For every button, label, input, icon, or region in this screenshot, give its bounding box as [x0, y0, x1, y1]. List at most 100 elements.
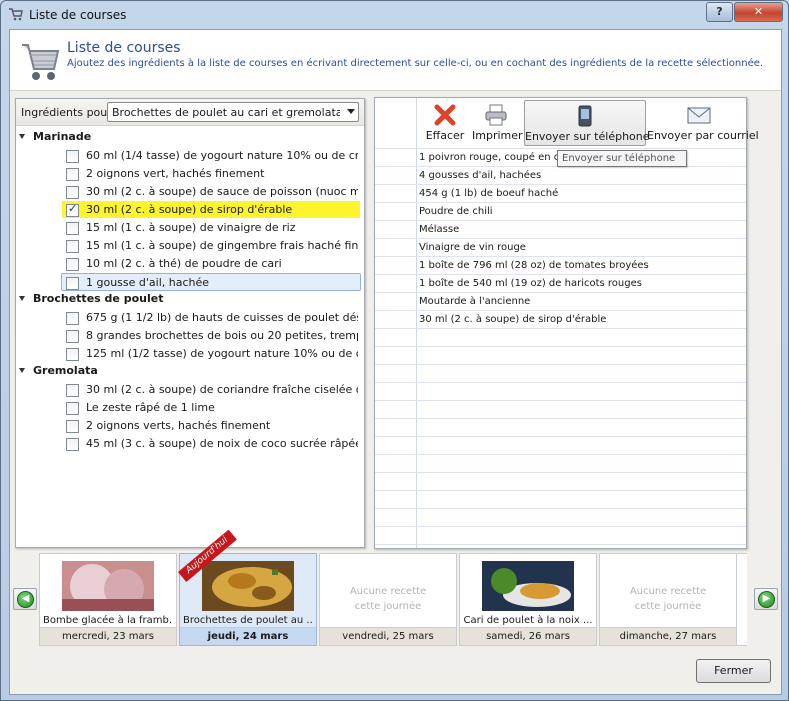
shopping-list-item[interactable]: Poudre de chili [419, 206, 493, 217]
ingredient-checkbox[interactable] [66, 186, 79, 199]
ingredient-item[interactable]: 45 ml (3 c. à soupe) de noix de coco suc… [62, 435, 360, 452]
notepad-rule [375, 346, 746, 347]
ingredient-item[interactable]: 675 g (1 1/2 lb) de hauts de cuisses de … [62, 309, 360, 326]
day-date: vendredi, 25 mars [320, 627, 456, 645]
shopping-list-item[interactable]: 4 gousses d'ail, hachées [419, 170, 541, 181]
shopping-list-item[interactable]: Vinaigre de vin rouge [419, 242, 526, 253]
shopping-list-item[interactable]: 1 poivron rouge, coupé en c [419, 152, 559, 163]
ingredient-checkbox[interactable] [66, 384, 79, 397]
next-days-button[interactable]: ▶ [754, 588, 778, 610]
recipe-name: Cari de poulet à la noix ... [463, 615, 593, 626]
ingredient-checkbox[interactable] [66, 277, 79, 290]
day-card[interactable]: Aucune recette cette journée vendredi, 25 … [319, 553, 457, 646]
shopping-list-item[interactable]: 454 g (1 lb) de boeuf haché [419, 188, 558, 199]
group-header[interactable]: Marinade [19, 130, 91, 146]
group-header[interactable]: Brochettes de poulet [19, 292, 163, 308]
day-card[interactable]: Brochettes de poulet au ... Aujourd'hui je… [178, 529, 317, 646]
recipe-select-value: Brochettes de poulet au cari et gremolat… [112, 106, 340, 119]
ingredient-item[interactable]: 2 oignons vert, hachés finement [62, 165, 360, 182]
window-close-button[interactable]: ✕ [734, 2, 783, 22]
shopping-list-item[interactable]: 1 boîte de 796 ml (28 oz) de tomates bro… [419, 260, 649, 271]
ingredient-checkbox[interactable] [66, 258, 79, 271]
send-email-button[interactable]: Envoyer par courriel [647, 100, 759, 144]
notepad-rule [375, 490, 746, 491]
ingredient-text: 60 ml (1/4 tasse) de yogourt nature 10% … [86, 149, 358, 162]
day-card[interactable]: Cari de poulet à la noix ... samedi, 26 m… [459, 553, 597, 646]
day-date: samedi, 26 mars [460, 627, 596, 645]
shopping-list-item[interactable]: Mélasse [419, 224, 459, 235]
ingredient-item[interactable]: 30 ml (2 c. à soupe) de sauce de poisson… [62, 183, 360, 200]
clear-button[interactable]: Effacer [420, 100, 470, 144]
clear-label: Effacer [425, 129, 465, 142]
app-window: Liste de courses ? ✕ Liste de courses Aj… [0, 0, 789, 701]
notepad-rule [375, 400, 746, 401]
notepad-rule [375, 148, 746, 149]
ingredient-item[interactable]: 30 ml (2 c. à soupe) de sirop d'érable [62, 201, 360, 218]
title-bar: Liste de courses ? ✕ [1, 1, 788, 29]
ingredient-item[interactable]: 30 ml (2 c. à soupe) de coriandre fraîch… [62, 381, 360, 398]
no-recipe-line-2: cette journée [354, 601, 422, 612]
ingredient-item[interactable]: 10 ml (2 c. à thé) de poudre de cari [62, 255, 360, 272]
ingredient-checkbox[interactable] [66, 438, 79, 451]
no-recipe-line-1: Aucune recette [629, 586, 707, 597]
recipe-photo [62, 561, 154, 611]
notepad-rule [375, 328, 746, 329]
phone-icon [578, 105, 592, 127]
ingredient-checkbox[interactable] [66, 240, 79, 253]
ingredient-checkbox[interactable] [66, 150, 79, 163]
ingredient-checkbox[interactable] [66, 330, 79, 343]
collapse-triangle-icon[interactable] [19, 133, 25, 139]
send-to-phone-button[interactable]: Envoyer sur téléphone [524, 100, 650, 146]
recipe-select[interactable]: Brochettes de poulet au cari et gremolat… [107, 102, 359, 122]
shopping-list-item[interactable]: 1 boîte de 540 ml (19 oz) de haricots ro… [419, 278, 642, 289]
no-recipe-line-1: Aucune recette [349, 586, 427, 597]
ingredient-item[interactable]: 2 oignons verts, hachés finement [62, 417, 360, 434]
day-card[interactable]: Bombe glacée à la framb... mercredi, 23 m… [39, 553, 177, 646]
day-date: dimanche, 27 mars [600, 627, 736, 645]
group-header[interactable]: Gremolata [19, 364, 98, 380]
ingredient-checkbox[interactable] [66, 168, 79, 181]
printer-icon [485, 104, 507, 126]
ingredient-item[interactable]: 1 gousse d'ail, hachée [61, 273, 361, 291]
group-name: Brochettes de poulet [33, 292, 164, 305]
notepad-rule [375, 544, 746, 545]
notepad-rule [375, 508, 746, 509]
day-date: jeudi, 24 mars [180, 627, 316, 645]
header-title: Liste de courses [67, 40, 181, 56]
ingredient-checkbox[interactable] [66, 402, 79, 415]
arrow-right-icon: ▶ [758, 591, 775, 608]
notepad-rule [375, 364, 746, 365]
ingredient-item[interactable]: 125 ml (1/2 tasse) de yogourt nature 10%… [62, 345, 360, 362]
print-button[interactable]: Imprimer [472, 100, 523, 144]
envelope-icon [687, 107, 711, 124]
ingredient-checkbox[interactable] [66, 420, 79, 433]
day-card[interactable]: Aucune recette cette journée dimanche, 27 … [599, 553, 737, 646]
no-recipe-text: Aucune recette cette journée [320, 584, 456, 614]
ingredient-item[interactable]: Le zeste râpé de 1 lime [62, 399, 360, 416]
ingredient-item[interactable]: 15 ml (1 c. à soupe) de vinaigre de riz [62, 219, 360, 236]
collapse-triangle-icon[interactable] [19, 367, 25, 373]
ingredient-text: 30 ml (2 c. à soupe) de sirop d'érable [86, 203, 293, 216]
collapse-triangle-icon[interactable] [19, 295, 25, 301]
ingredient-checkbox[interactable] [66, 348, 79, 361]
ingredient-checkbox[interactable] [66, 202, 79, 217]
group-name: Marinade [33, 130, 92, 143]
ingredient-text: 30 ml (2 c. à soupe) de sauce de poisson… [86, 185, 358, 198]
notepad-rule [375, 184, 746, 185]
close-button[interactable]: Fermer [696, 659, 771, 683]
ingredient-text: 45 ml (3 c. à soupe) de noix de coco suc… [86, 437, 358, 450]
ingredient-item[interactable]: 60 ml (1/4 tasse) de yogourt nature 10% … [62, 147, 360, 164]
no-recipe-line-2: cette journée [634, 601, 702, 612]
ingredient-item[interactable]: 15 ml (1 c. à soupe) de gingembre frais … [62, 237, 360, 254]
shopping-list-item[interactable]: Moutarde à l'ancienne [419, 296, 530, 307]
header-subtitle: Ajoutez des ingrédients à la liste de co… [67, 58, 764, 69]
day-date: mercredi, 23 mars [40, 627, 176, 645]
cart-icon [9, 8, 23, 21]
ingredient-checkbox[interactable] [66, 222, 79, 235]
ingredient-item[interactable]: 8 grandes brochettes de bois ou 20 petit… [62, 327, 360, 344]
help-button[interactable]: ? [706, 2, 733, 22]
previous-days-button[interactable]: ◀ [13, 588, 37, 610]
shopping-list-item[interactable]: 30 ml (2 c. à soupe) de sirop d'érable [419, 314, 606, 325]
ingredient-text: 2 oignons vert, hachés finement [86, 167, 265, 180]
ingredient-checkbox[interactable] [66, 312, 79, 325]
